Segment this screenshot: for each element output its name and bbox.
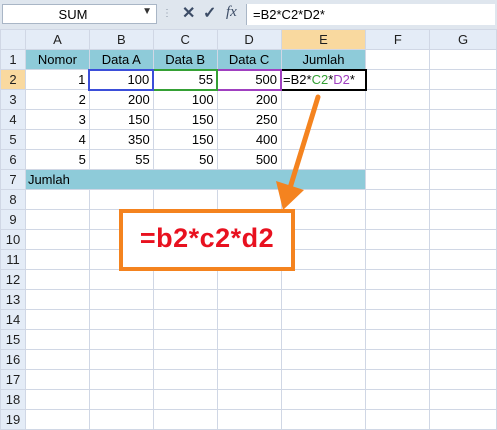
- callout-text: =b2*c2*d2: [139, 223, 275, 253]
- formula-callout: =b2*c2*d2: [119, 209, 295, 271]
